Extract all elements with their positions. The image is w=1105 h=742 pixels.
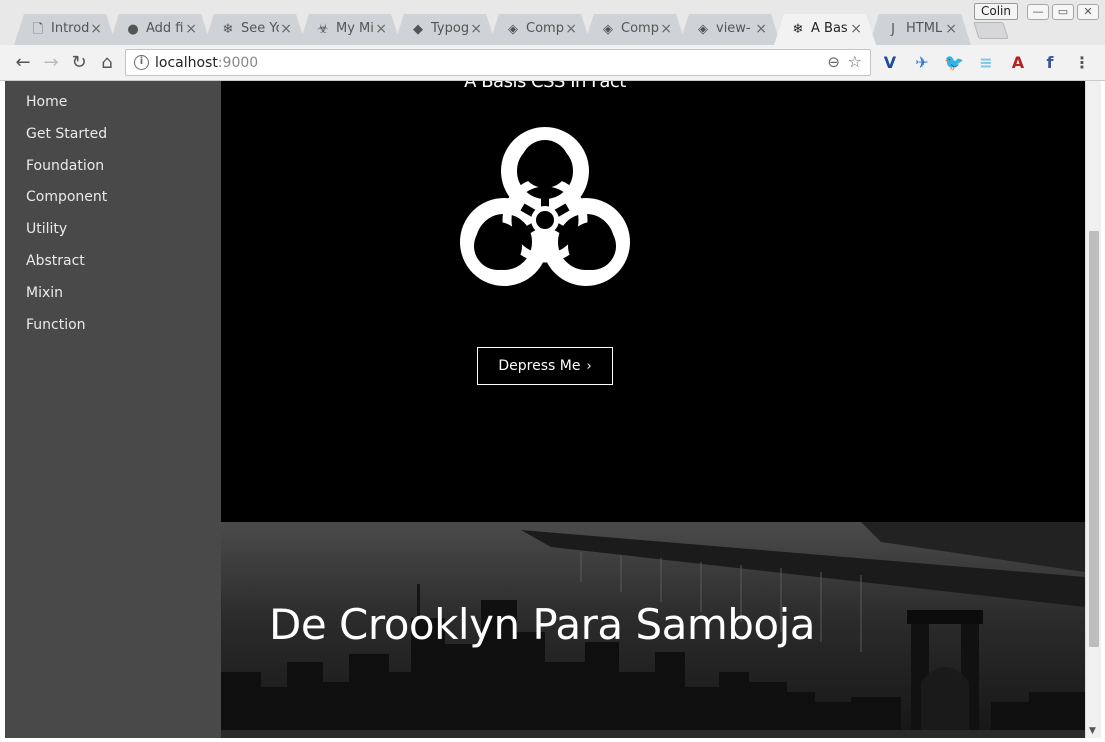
cta-label: Depress Me xyxy=(498,358,581,374)
typography-icon: ◆ xyxy=(413,22,423,37)
sidebar-item-home[interactable]: Home xyxy=(26,94,67,110)
tab-title: Typog xyxy=(431,21,469,36)
close-window-button[interactable]: ✕ xyxy=(1077,4,1099,20)
home-icon[interactable]: ⌂ xyxy=(96,52,118,74)
scrollbar[interactable]: ▼ xyxy=(1085,81,1101,738)
stripes-icon[interactable]: ≡ xyxy=(976,53,996,73)
banner-title: De Crooklyn Para Samboja xyxy=(269,600,816,649)
url-port: :9000 xyxy=(217,55,259,71)
tab-title: See Yo xyxy=(241,21,276,36)
sidebar-item-get-started[interactable]: Get Started xyxy=(26,126,107,142)
tab-close-icon[interactable]: × xyxy=(660,21,672,37)
tab-title: My Mi xyxy=(336,21,374,36)
tab-close-icon[interactable]: × xyxy=(565,21,577,37)
tab-title: A Bas xyxy=(811,21,848,36)
tab-title: HTML xyxy=(906,21,943,36)
tab-title: Introd xyxy=(51,21,89,36)
component-icon: ◈ xyxy=(603,22,613,37)
sidebar-item-function[interactable]: Function xyxy=(26,317,86,333)
tab-9[interactable]: J HTML × xyxy=(869,14,971,45)
font-icon[interactable]: A xyxy=(1008,53,1028,73)
menu-icon[interactable]: ⋮ xyxy=(1072,53,1092,73)
document-icon: 🗋 xyxy=(32,22,44,37)
tab-close-icon[interactable]: × xyxy=(280,21,292,37)
maximize-button[interactable]: ▭ xyxy=(1052,4,1074,20)
tab-8[interactable]: ❄ A Bas × xyxy=(774,14,876,45)
component-icon: ◈ xyxy=(698,22,708,37)
tab-7[interactable]: ◈ view- × xyxy=(679,14,781,45)
github-icon: ● xyxy=(127,22,139,37)
tab-close-icon[interactable]: × xyxy=(755,21,767,37)
tab-close-icon[interactable]: × xyxy=(90,21,102,37)
tab-3[interactable]: ☣ My Mi × xyxy=(299,14,401,45)
twitter-icon[interactable]: 🐦 xyxy=(944,53,964,73)
tab-close-icon[interactable]: × xyxy=(375,21,387,37)
zoom-icon[interactable]: ⊖ xyxy=(827,53,840,71)
component-icon: ◈ xyxy=(508,22,518,37)
sidebar-item-abstract[interactable]: Abstract xyxy=(26,253,85,269)
vimium-icon[interactable]: V xyxy=(880,53,900,73)
tab-close-icon[interactable]: × xyxy=(850,21,862,37)
forward-icon[interactable]: → xyxy=(40,52,62,74)
scrollbar-thumb[interactable] xyxy=(1089,231,1099,647)
tab-close-icon[interactable]: × xyxy=(945,21,957,37)
html-icon: J xyxy=(891,22,895,37)
profile-button[interactable]: Colin xyxy=(974,3,1018,20)
tab-title: Comp xyxy=(621,21,659,36)
skyline-banner: De Crooklyn Para Samboja xyxy=(221,522,1085,738)
sidebar-item-mixin[interactable]: Mixin xyxy=(26,285,63,301)
snowflake-icon: ❄ xyxy=(792,22,804,37)
tab-title: Add fi xyxy=(146,21,184,36)
address-bar[interactable]: i localhost:9000 ⊖ ☆ xyxy=(125,49,871,76)
browser-toolbar: ← → ↻ ⌂ i localhost:9000 ⊖ ☆ V ✈ 🐦 ≡ Af ⋮ xyxy=(0,45,1105,81)
tab-4[interactable]: ◆ Typog × xyxy=(394,14,496,45)
tab-title: view- xyxy=(716,21,751,36)
scroll-down-arrow-icon[interactable]: ▼ xyxy=(1089,726,1096,736)
tab-strip: 🗋Introd×●Add fi×❄See Yo×☣My Mi×◆Typog×◈C… xyxy=(0,0,1105,45)
facebook-icon[interactable]: f xyxy=(1040,53,1060,73)
sidebar-item-utility[interactable]: Utility xyxy=(26,221,67,237)
tab-2[interactable]: ❄ See Yo × xyxy=(204,14,306,45)
sidebar-item-component[interactable]: Component xyxy=(26,189,107,205)
new-tab-button[interactable] xyxy=(973,22,1009,39)
tab-title: Comp xyxy=(526,21,564,36)
url-text[interactable]: localhost:9000 xyxy=(155,54,258,72)
tab-5[interactable]: ◈ Comp × xyxy=(489,14,591,45)
sidebar-item-foundation[interactable]: Foundation xyxy=(26,158,104,174)
info-icon[interactable]: i xyxy=(134,55,149,70)
tab-1[interactable]: ● Add fi × xyxy=(109,14,211,45)
tab-close-icon[interactable]: × xyxy=(185,21,197,37)
tab-0[interactable]: 🗋 Introd × xyxy=(14,14,116,45)
page-viewport: Home Get Started Foundation Component Ut… xyxy=(5,81,1101,738)
depress-me-button[interactable]: Depress Me › xyxy=(477,347,613,385)
hero-title: A Basis CSS In Fact xyxy=(464,81,626,92)
tab-close-icon[interactable]: × xyxy=(470,21,482,37)
main-content: A Basis CSS In Fact Depress Me › De Croo… xyxy=(221,81,1085,738)
minimize-button[interactable]: — xyxy=(1027,4,1049,20)
biohazard-icon: ☣ xyxy=(317,22,329,37)
chevron-right-icon: › xyxy=(586,359,592,374)
hero-section: A Basis CSS In Fact Depress Me › xyxy=(221,81,1085,522)
tab-6[interactable]: ◈ Comp × xyxy=(584,14,686,45)
biohazard-icon xyxy=(460,127,630,286)
bookmark-star-icon[interactable]: ☆ xyxy=(848,52,862,71)
snowflake-icon: ❄ xyxy=(222,22,234,37)
sidebar: Home Get Started Foundation Component Ut… xyxy=(5,81,221,738)
url-host: localhost xyxy=(155,55,218,71)
reload-icon[interactable]: ↻ xyxy=(68,52,90,74)
back-icon[interactable]: ← xyxy=(12,52,34,74)
bird-icon[interactable]: ✈ xyxy=(912,53,932,73)
